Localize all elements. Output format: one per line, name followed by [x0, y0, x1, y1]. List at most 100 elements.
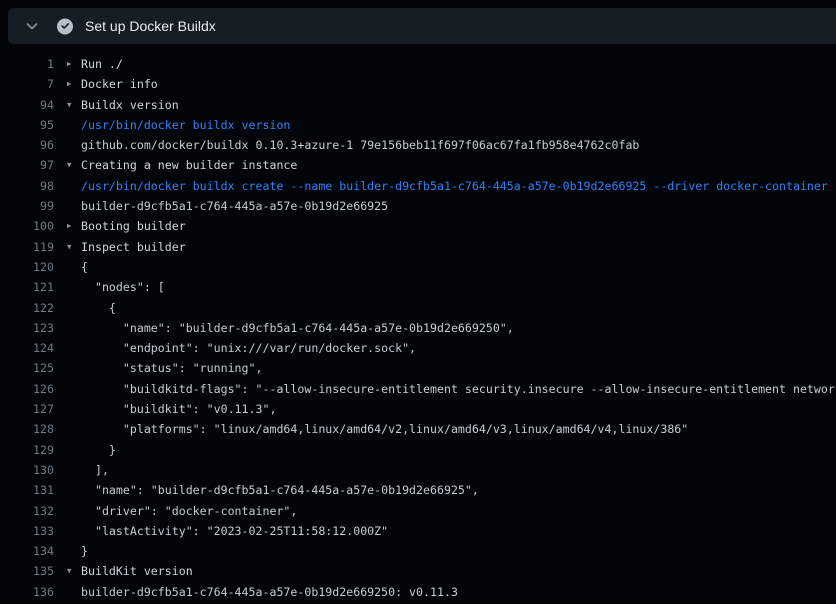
group-toggle-icon [67, 460, 81, 480]
line-text: Run ./ [81, 54, 123, 74]
line-text: /usr/bin/docker buildx create --name bui… [81, 176, 828, 196]
group-expanded-icon[interactable]: ▼ [67, 155, 81, 175]
log-line: 124 "endpoint": "unix:///var/run/docker.… [0, 338, 836, 358]
log-line: 131 "name": "builder-d9cfb5a1-c764-445a-… [0, 480, 836, 500]
line-number[interactable]: 99 [0, 196, 54, 216]
line-number[interactable]: 128 [0, 419, 54, 439]
line-number[interactable]: 127 [0, 399, 54, 419]
group-collapsed-icon[interactable]: ▶ [67, 216, 81, 236]
log-line: 99 builder-d9cfb5a1-c764-445a-a57e-0b19d… [0, 196, 836, 216]
group-toggle-icon [67, 582, 81, 602]
line-number[interactable]: 1 [0, 54, 54, 74]
log-line: 95 /usr/bin/docker buildx version [0, 115, 836, 135]
log-line: 132 "driver": "docker-container", [0, 501, 836, 521]
line-number[interactable]: 120 [0, 257, 54, 277]
group-toggle-icon [67, 338, 81, 358]
line-text: } [81, 541, 88, 561]
line-text: /usr/bin/docker buildx version [81, 115, 290, 135]
line-number[interactable]: 131 [0, 480, 54, 500]
log-line: 126 "buildkitd-flags": "--allow-insecure… [0, 379, 836, 399]
log-line: 98 /usr/bin/docker buildx create --name … [0, 176, 836, 196]
line-number[interactable]: 100 [0, 216, 54, 236]
line-number[interactable]: 126 [0, 379, 54, 399]
log-line: 128 "platforms": "linux/amd64,linux/amd6… [0, 419, 836, 439]
group-expanded-icon[interactable]: ▼ [67, 561, 81, 581]
group-expanded-icon[interactable]: ▼ [67, 95, 81, 115]
line-text: "platforms": "linux/amd64,linux/amd64/v2… [81, 419, 688, 439]
log-line[interactable]: 119 ▼ Inspect builder [0, 237, 836, 257]
line-number[interactable]: 135 [0, 561, 54, 581]
log-line[interactable]: 7 ▶ Docker info [0, 74, 836, 94]
log-line: 130 ], [0, 460, 836, 480]
line-text: Creating a new builder instance [81, 155, 297, 175]
line-number[interactable]: 97 [0, 155, 54, 175]
group-toggle-icon [67, 399, 81, 419]
log-line[interactable]: 1 ▶ Run ./ [0, 54, 836, 74]
group-toggle-icon [67, 521, 81, 541]
group-toggle-icon [67, 541, 81, 561]
chevron-down-icon[interactable] [24, 18, 40, 34]
line-number[interactable]: 132 [0, 501, 54, 521]
group-toggle-icon [67, 440, 81, 460]
line-number[interactable]: 122 [0, 298, 54, 318]
line-number[interactable]: 125 [0, 358, 54, 378]
line-text: builder-d9cfb5a1-c764-445a-a57e-0b19d2e6… [81, 196, 388, 216]
step-header[interactable]: Set up Docker Buildx [8, 8, 836, 44]
line-text: "endpoint": "unix:///var/run/docker.sock… [81, 338, 416, 358]
line-text: "buildkit": "v0.11.3", [81, 399, 276, 419]
line-text: "name": "builder-d9cfb5a1-c764-445a-a57e… [81, 480, 479, 500]
line-number[interactable]: 121 [0, 277, 54, 297]
log-line: 120 { [0, 257, 836, 277]
group-expanded-icon[interactable]: ▼ [67, 237, 81, 257]
line-number[interactable]: 94 [0, 95, 54, 115]
line-text: ], [81, 460, 109, 480]
line-number[interactable]: 130 [0, 460, 54, 480]
line-text: { [81, 298, 116, 318]
line-text: "name": "builder-d9cfb5a1-c764-445a-a57e… [81, 318, 514, 338]
line-text: } [81, 440, 116, 460]
line-number[interactable]: 129 [0, 440, 54, 460]
line-text: Buildx version [81, 95, 179, 115]
line-number[interactable]: 134 [0, 541, 54, 561]
log-line: 129 } [0, 440, 836, 460]
line-number[interactable]: 124 [0, 338, 54, 358]
group-collapsed-icon[interactable]: ▶ [67, 54, 81, 74]
log-line: 125 "status": "running", [0, 358, 836, 378]
line-text: "lastActivity": "2023-02-25T11:58:12.000… [81, 521, 388, 541]
log-line[interactable]: 97 ▼ Creating a new builder instance [0, 155, 836, 175]
line-text: BuildKit version [81, 561, 193, 581]
group-toggle-icon [67, 358, 81, 378]
group-toggle-icon [67, 298, 81, 318]
line-text: github.com/docker/buildx 0.10.3+azure-1 … [81, 135, 639, 155]
log-line: 134 } [0, 541, 836, 561]
group-toggle-icon [67, 277, 81, 297]
line-text: "nodes": [ [81, 277, 165, 297]
line-number[interactable]: 136 [0, 582, 54, 602]
log-line: 123 "name": "builder-d9cfb5a1-c764-445a-… [0, 318, 836, 338]
line-number[interactable]: 133 [0, 521, 54, 541]
log-line: 133 "lastActivity": "2023-02-25T11:58:12… [0, 521, 836, 541]
line-text: "buildkitd-flags": "--allow-insecure-ent… [81, 379, 836, 399]
log-line: 96 github.com/docker/buildx 0.10.3+azure… [0, 135, 836, 155]
line-text: { [81, 257, 88, 277]
line-text: "status": "running", [81, 358, 262, 378]
log-line[interactable]: 100 ▶ Booting builder [0, 216, 836, 236]
line-number[interactable]: 123 [0, 318, 54, 338]
line-text: Inspect builder [81, 237, 186, 257]
line-text: Docker info [81, 74, 158, 94]
group-toggle-icon [67, 379, 81, 399]
line-text: "driver": "docker-container", [81, 501, 297, 521]
line-text: builder-d9cfb5a1-c764-445a-a57e-0b19d2e6… [81, 582, 458, 602]
log-line[interactable]: 135 ▼ BuildKit version [0, 561, 836, 581]
log-viewer: 1 ▶ Run ./ 7 ▶ Docker info 94 ▼ Buildx v… [0, 54, 836, 602]
group-collapsed-icon[interactable]: ▶ [67, 74, 81, 94]
line-number[interactable]: 95 [0, 115, 54, 135]
log-line: 122 { [0, 298, 836, 318]
line-number[interactable]: 119 [0, 237, 54, 257]
line-text: Booting builder [81, 216, 186, 236]
line-number[interactable]: 96 [0, 135, 54, 155]
log-line[interactable]: 94 ▼ Buildx version [0, 95, 836, 115]
line-number[interactable]: 98 [0, 176, 54, 196]
group-toggle-icon [67, 257, 81, 277]
line-number[interactable]: 7 [0, 74, 54, 94]
